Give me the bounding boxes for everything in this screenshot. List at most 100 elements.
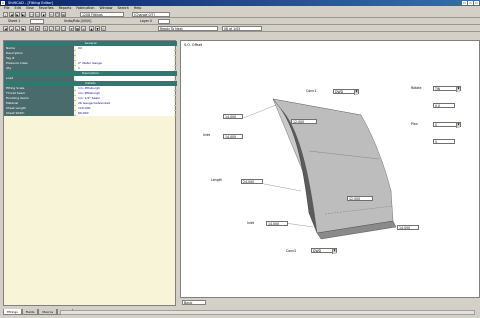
position-field[interactable]: 08 of 1/05 xyxy=(222,26,262,31)
close-icon[interactable] xyxy=(474,1,479,5)
window-title: ShiftCAD - [Fitting Editor] xyxy=(8,1,54,5)
section-details: Details xyxy=(4,81,177,86)
plan-value-field[interactable]: 0 xyxy=(433,139,455,144)
arrow-down-icon[interactable]: ▼ xyxy=(95,26,100,31)
paste-icon[interactable]: ▤ xyxy=(61,12,66,17)
layer-label: Layer 0 xyxy=(140,19,152,23)
forward-icon[interactable]: ▸ xyxy=(15,26,20,31)
back-icon[interactable]: ◂ xyxy=(9,26,14,31)
section-description: Description xyxy=(4,71,177,76)
offset-fitting-3d-view xyxy=(240,98,397,240)
tab-fittings[interactable]: Fittings xyxy=(3,309,22,315)
tab-macros[interactable]: Macros xyxy=(38,309,58,315)
rotate-label: Rotate xyxy=(411,86,422,90)
table-icon[interactable]: ▦ xyxy=(75,26,80,31)
conn1-select[interactable]: DWD ▼ xyxy=(333,89,359,95)
prop-row-throat-seam[interactable]: Throat Seam 1in: Pittsburgh xyxy=(4,91,177,96)
prop-row-sheet-width[interactable]: Sheet Width 60.000 xyxy=(4,111,177,116)
save-icon[interactable]: ▪ xyxy=(41,12,46,17)
sheet-field[interactable] xyxy=(30,19,44,24)
rotate-select[interactable]: TW ▼ xyxy=(433,86,461,92)
top-width-field[interactable]: 14.000 xyxy=(223,114,243,119)
zoom-icon[interactable]: ⊕ xyxy=(29,26,34,31)
prop-key: Qty xyxy=(4,66,74,71)
prop-value[interactable]: 04 xyxy=(76,46,174,51)
conn2-select[interactable]: DWD ▼ xyxy=(311,248,337,254)
new-icon[interactable]: □ xyxy=(29,12,34,17)
prop-row-qty[interactable]: Qty 1 xyxy=(4,66,177,71)
rewind-icon[interactable]: ◀ xyxy=(3,26,8,31)
prop-value[interactable]: 60.000 xyxy=(76,111,174,116)
rect-icon[interactable]: ▭ xyxy=(55,26,60,31)
panel-header-general: General xyxy=(4,41,177,46)
prop-key: Description xyxy=(4,51,74,56)
prop-row-fitting-scale[interactable]: Fitting Scale 1in: Pittsburgh xyxy=(4,86,177,91)
print-icon[interactable]: ⎙ xyxy=(101,26,106,31)
chevron-down-icon[interactable]: ▼ xyxy=(456,123,460,128)
horizontal-scrollbar[interactable] xyxy=(60,310,475,315)
prop-key: Material xyxy=(4,101,74,106)
chevron-down-icon[interactable]: ▼ xyxy=(332,249,336,254)
prop-value[interactable]: 120.000 xyxy=(76,106,174,111)
last-icon[interactable]: ▶| xyxy=(21,12,26,17)
prop-row-sheet-length[interactable]: Sheet Length 120.000 xyxy=(4,106,177,111)
prop-value[interactable]: 2" Water Gauge xyxy=(76,61,174,66)
prop-row-name[interactable]: Name 04 xyxy=(4,46,177,51)
rotate-value-field[interactable]: 0.0 xyxy=(433,103,455,108)
chevron-down-icon[interactable]: ▼ xyxy=(354,90,358,95)
length-field[interactable]: 24.000 xyxy=(241,179,263,184)
grid-icon[interactable]: # xyxy=(69,26,74,31)
prop-row-pressure-class[interactable]: Pressure Class 2" Water Gauge xyxy=(4,61,177,66)
next-icon[interactable]: ▶ xyxy=(15,12,20,17)
open-icon[interactable]: ▭ xyxy=(35,12,40,17)
layer-field[interactable] xyxy=(158,19,170,24)
prop-value[interactable]: 1in: Pittsburgh xyxy=(76,86,174,91)
plan-select[interactable]: S ▼ xyxy=(433,122,461,128)
leader-line xyxy=(284,222,314,228)
chevron-down-icon[interactable]: ▼ xyxy=(456,87,460,92)
prev-icon[interactable]: ◀ xyxy=(9,12,14,17)
line-icon[interactable]: ╱ xyxy=(49,26,54,31)
inlet-height-field[interactable]: 14.000 xyxy=(223,134,243,139)
left-height-field[interactable]: 14.000 xyxy=(266,221,288,226)
draw-icon[interactable]: ✎ xyxy=(43,26,48,31)
drawing-canvas[interactable]: S.O. Offset Conn1 DWD ▼ Rotate TW ▼ 0.0 … xyxy=(180,40,480,298)
cut-icon[interactable]: ✂ xyxy=(49,12,54,17)
prop-row-description[interactable]: Description xyxy=(4,51,177,56)
copy-icon[interactable]: ❐ xyxy=(55,12,60,17)
pan-icon[interactable]: ✥ xyxy=(35,26,40,31)
window-controls xyxy=(462,1,479,5)
main-toolbar: |◀ ◀ ▶ ▶| □ ▭ ▪ ✂ ❐ ▤ 1208 Fittings [Cha… xyxy=(0,11,480,21)
prop-value[interactable]: 1 xyxy=(76,66,174,71)
prop-value[interactable] xyxy=(76,51,174,56)
inlet-label: Inlet xyxy=(203,133,211,137)
minimize-icon[interactable] xyxy=(462,1,467,5)
prop-row-finishing-seam[interactable]: Finishing Seam 1in: 1/2" Seam xyxy=(4,96,177,101)
prop-row-tag[interactable]: Tag # xyxy=(4,56,177,61)
status-field[interactable]: Basic xyxy=(182,300,206,305)
circle-icon[interactable]: ○ xyxy=(61,26,66,31)
prop-key: Name xyxy=(4,46,74,51)
prop-value[interactable] xyxy=(76,56,174,61)
prop-key: Pressure Class xyxy=(4,61,74,66)
end-icon[interactable]: ▶ xyxy=(21,26,26,31)
offset-field[interactable]: 12.000 xyxy=(347,196,373,201)
bottom-height-field[interactable]: 14.000 xyxy=(397,225,419,230)
secondary-toolbar: Sheet 1 Undo/Rdo [0/0/0] Layer 0 xyxy=(0,18,480,25)
prop-value[interactable]: 26 Gauge Galvanized xyxy=(76,101,174,106)
prop-value[interactable]: 1in: Pittsburgh xyxy=(76,91,174,96)
prop-row-material[interactable]: Material 26 Gauge Galvanized xyxy=(4,101,177,106)
prop-value[interactable] xyxy=(76,76,174,81)
change-selector[interactable]: [Change 0/7] xyxy=(132,12,170,17)
top-depth-field[interactable]: 12.000 xyxy=(291,119,317,124)
command-field[interactable]: Ready To Next xyxy=(158,26,218,31)
list-icon[interactable]: ≡ xyxy=(81,26,86,31)
prop-row-load[interactable]: Load xyxy=(4,76,177,81)
prop-key: Sheet Width xyxy=(4,111,74,116)
tab-fields[interactable]: Fields xyxy=(21,309,39,315)
fitting-selector[interactable]: 1208 Fittings xyxy=(80,12,124,17)
maximize-icon[interactable] xyxy=(468,1,473,5)
prop-value[interactable]: 1in: 1/2" Seam xyxy=(76,96,174,101)
arrow-up-icon[interactable]: ▲ xyxy=(89,26,94,31)
first-icon[interactable]: |◀ xyxy=(3,12,8,21)
